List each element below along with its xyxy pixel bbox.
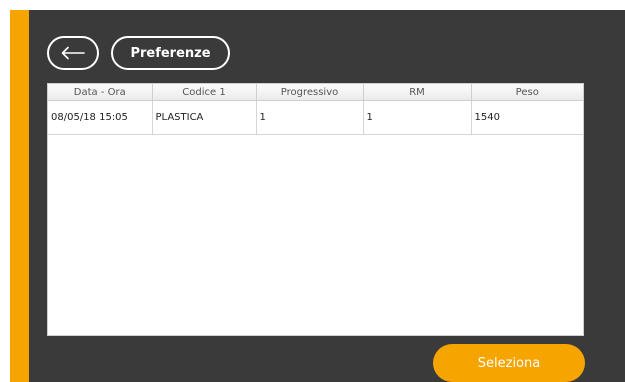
back-button[interactable] [47,36,99,70]
table-row[interactable]: 08/05/18 15:05 PLASTICA 1 1 1540 [48,100,583,135]
column-header-peso[interactable]: Peso [471,84,583,101]
preferences-button[interactable]: Preferenze [111,36,230,70]
column-header-progressivo[interactable]: Progressivo [256,84,364,101]
select-button[interactable]: Seleziona [433,344,585,382]
cell-rm: 1 [363,100,472,135]
table-header-row: Data - Ora Codice 1 Progressivo RM Peso [48,84,583,101]
cell-progressivo: 1 [256,100,364,135]
column-header-rm[interactable]: RM [363,84,472,101]
cell-peso: 1540 [471,100,583,135]
records-table: Data - Ora Codice 1 Progressivo RM Peso … [47,83,584,336]
arrow-left-icon [61,46,85,60]
accent-bar [10,10,29,382]
cell-codice-1: PLASTICA [152,100,257,135]
column-header-codice-1[interactable]: Codice 1 [152,84,257,101]
column-header-data-ora[interactable]: Data - Ora [48,84,153,101]
cell-data-ora: 08/05/18 15:05 [48,100,153,135]
